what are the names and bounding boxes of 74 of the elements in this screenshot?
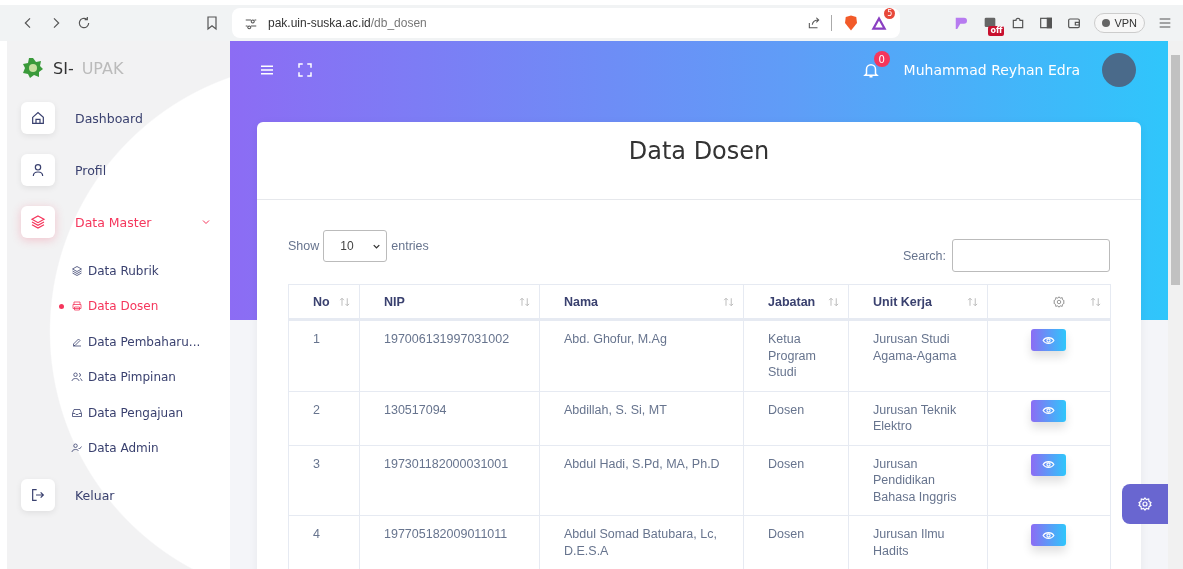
table-cell: Jurusan Pendidikan Bahasa Inggris [848,445,988,516]
scrollbar[interactable] [1168,41,1183,569]
users-icon [71,371,83,384]
submenu-item[interactable]: Data Pimpinan [59,359,216,395]
site-settings-icon[interactable] [244,16,258,30]
table-cell: 197301182000031001 [359,445,540,516]
table-cell: Ketua Program Studi [743,319,849,391]
table-cell: 4 [288,515,360,569]
table-cell: 3 [288,445,360,516]
table-cell: Jurusan Studi Agama-Agama [848,319,988,391]
address-bar[interactable]: pak.uin-suska.ac.id/db_dosen 5 [232,8,901,38]
table-cell: Dosen [743,391,849,445]
logo-icon [21,56,45,80]
table-cell: Abdul Hadi, S.Pd, MA, Ph.D [539,445,744,516]
user-check-icon [71,442,83,455]
sidebar-icon[interactable] [1038,15,1055,31]
off-badge: off [988,26,1005,36]
nav-item[interactable]: Keluar [21,478,216,512]
printer-icon [71,300,83,313]
wallet-icon[interactable] [1066,15,1083,31]
logo-text: UPAK [81,58,124,78]
table-cell: 2 [288,391,360,445]
table-cell: Abd. Ghofur, M.Ag [539,319,744,391]
table-cell: 130517094 [359,391,540,445]
table-cell: 197006131997031002 [359,319,540,391]
bookmark-icon[interactable] [204,15,220,31]
table-cell: Dosen [743,445,849,516]
show-label: Show [288,239,320,253]
menu-icon[interactable] [1157,15,1173,31]
rewards-badge: 5 [884,8,896,19]
eye-icon [1041,458,1055,471]
vpn-button[interactable]: VPN [1094,13,1145,33]
view-button[interactable] [1030,524,1066,546]
submenu-item[interactable]: Data Dosen [59,288,216,324]
layers-icon [71,264,83,277]
url-text[interactable]: pak.uin-suska.ac.id/db_dosen [268,16,427,30]
triangle-icon[interactable] [870,14,889,32]
table-cell: Jurusan Teknik Elektro [848,391,988,445]
column-header[interactable]: Jabatan [743,284,849,320]
entries-label: entries [391,239,429,253]
share-icon[interactable] [807,16,822,30]
settings-icon [1052,294,1066,309]
inbox-icon [71,406,83,419]
eye-icon [1041,404,1055,417]
search-field[interactable] [952,239,1110,272]
nav-item[interactable]: Data Master [21,205,216,239]
settings-icon [1137,496,1153,512]
submenu-item[interactable]: Data Pembaharu... [59,324,216,360]
reload-icon[interactable] [76,15,92,31]
submenu-item[interactable]: Data Admin [59,430,216,466]
user-icon [30,162,46,178]
view-button[interactable] [1030,329,1066,351]
layers-icon [30,214,46,230]
search-label: Search: [902,248,946,263]
card-title: Data Dosen [257,122,1141,200]
table-cell: Abdillah, S. Si, MT [539,391,744,445]
nav-item[interactable]: Profil [21,153,216,187]
column-header[interactable]: Unit Kerja [848,284,988,320]
home-icon [30,110,46,126]
submenu-item[interactable]: Data Rubrik [59,253,216,289]
nav-item[interactable]: Dashboard [21,101,216,135]
logout-icon [30,487,46,503]
page-size-select[interactable]: 10 [323,230,388,262]
logo-text: SI- [53,58,74,78]
submenu-item[interactable]: Data Pengajuan [59,395,216,431]
bell-icon[interactable] [861,61,880,79]
settings-button[interactable] [1122,484,1168,524]
view-button[interactable] [1030,399,1066,422]
column-header[interactable]: Nama [539,284,744,320]
view-button[interactable] [1030,453,1066,476]
column-header[interactable]: No [288,284,360,320]
fullscreen-icon[interactable] [296,61,314,79]
table-cell: 1 [288,319,360,391]
column-header[interactable]: NIP [359,284,540,320]
